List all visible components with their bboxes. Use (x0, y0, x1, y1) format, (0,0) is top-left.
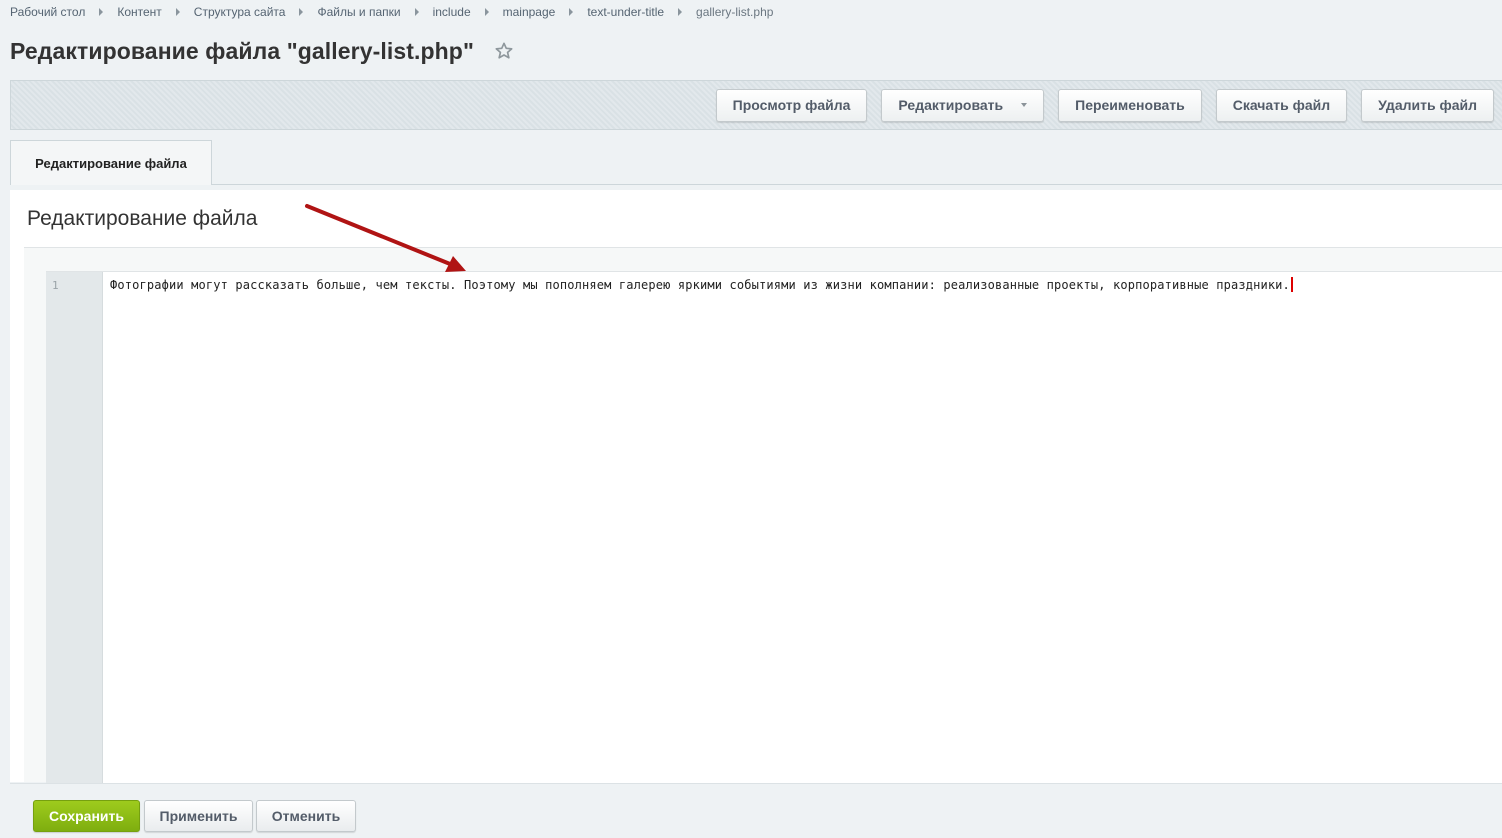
page-title: Редактирование файла "gallery-list.php" (10, 37, 474, 64)
view-file-button[interactable]: Просмотр файла (715, 88, 868, 122)
section-title: Редактирование файла (27, 207, 258, 230)
breadcrumb-item-mainpage[interactable]: mainpage (503, 5, 556, 19)
editor-container: 1 Фотографии могут рассказать больше, че… (24, 247, 1502, 783)
breadcrumb-item-desktop[interactable]: Рабочий стол (10, 5, 85, 19)
page-header: Редактирование файла "gallery-list.php" (10, 34, 514, 68)
chevron-right-icon (99, 8, 104, 16)
line-number: 1 (52, 279, 59, 292)
content-panel: Редактирование файла 1 Фотографии могут … (10, 190, 1502, 783)
breadcrumb-item-text-under-title[interactable]: text-under-title (587, 5, 664, 19)
edit-dropdown-button[interactable]: Редактировать (881, 88, 1045, 122)
code-editor[interactable]: 1 Фотографии могут рассказать больше, че… (46, 271, 1502, 783)
form-footer: Сохранить Применить Отменить (10, 783, 1502, 838)
delete-file-button[interactable]: Удалить файл (1361, 88, 1494, 122)
breadcrumb: Рабочий стол Контент Структура сайта Фай… (10, 5, 773, 19)
star-icon[interactable] (494, 41, 514, 61)
chevron-right-icon (678, 8, 683, 16)
toolbar: Просмотр файла Редактировать Переименова… (10, 80, 1502, 130)
code-line[interactable]: Фотографии могут рассказать больше, чем … (110, 277, 1293, 292)
breadcrumb-item-current: gallery-list.php (696, 5, 774, 19)
cancel-button[interactable]: Отменить (256, 800, 356, 832)
chevron-right-icon (299, 8, 304, 16)
edit-button-label: Редактировать (898, 97, 1004, 113)
tabs: Редактирование файла (10, 140, 1502, 185)
line-gutter: 1 (46, 272, 103, 783)
chevron-right-icon (569, 8, 574, 16)
code-line-text: Фотографии могут рассказать больше, чем … (110, 278, 1290, 292)
save-button[interactable]: Сохранить (33, 800, 140, 832)
download-file-button[interactable]: Скачать файл (1215, 88, 1348, 122)
text-cursor (1290, 277, 1293, 292)
breadcrumb-item-include[interactable]: include (433, 5, 471, 19)
chevron-right-icon (414, 8, 419, 16)
breadcrumb-item-files-folders[interactable]: Файлы и папки (317, 5, 400, 19)
chevron-down-icon (1021, 103, 1028, 107)
rename-button[interactable]: Переименовать (1058, 88, 1202, 122)
tab-edit-file[interactable]: Редактирование файла (10, 140, 212, 185)
breadcrumb-item-content[interactable]: Контент (117, 5, 161, 19)
breadcrumb-item-site-structure[interactable]: Структура сайта (194, 5, 286, 19)
apply-button[interactable]: Применить (144, 800, 253, 832)
chevron-right-icon (484, 8, 489, 16)
chevron-right-icon (175, 8, 180, 16)
